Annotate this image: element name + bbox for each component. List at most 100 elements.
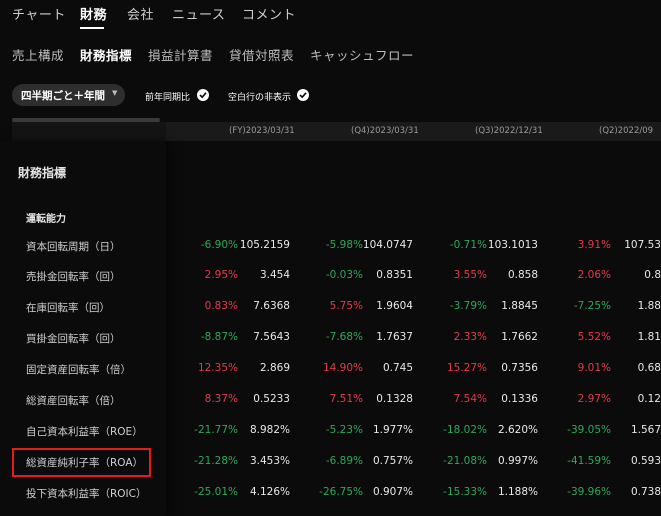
change-percent: -41.59% xyxy=(567,455,611,467)
change-percent: -6.89% xyxy=(325,455,363,467)
indicator-value: 0.745 xyxy=(382,362,413,374)
indicator-value: 1.567 xyxy=(630,424,661,436)
row-label: 投下資本利益率（ROIC） xyxy=(26,488,147,500)
change-percent: -39.96% xyxy=(567,486,611,498)
indicator-value: 0.1328 xyxy=(376,393,413,405)
change-percent: -7.68% xyxy=(325,331,363,343)
change-percent: 9.01% xyxy=(577,362,611,374)
tab-financials[interactable]: 財務 xyxy=(80,4,107,23)
column-header: (FY)2023/03/31 xyxy=(229,126,295,136)
change-percent: 3.55% xyxy=(453,269,487,281)
change-percent: -15.33% xyxy=(443,486,487,498)
section-title: 財務指標 xyxy=(18,166,67,180)
change-percent: -6.90% xyxy=(200,239,238,251)
change-percent: -21.28% xyxy=(194,455,238,467)
subtab-financial-indicators[interactable]: 財務指標 xyxy=(80,45,132,64)
indicator-value: 2.869 xyxy=(259,362,290,374)
row-label: 総資産回転率（倍） xyxy=(26,395,121,407)
change-percent: 5.52% xyxy=(577,331,611,343)
group-title: 運転能力 xyxy=(26,214,66,225)
indicator-value: 0.738 xyxy=(630,486,661,498)
column-header: (Q2)2022/09 xyxy=(599,126,654,136)
change-percent: -5.98% xyxy=(325,239,363,251)
indicator-value: 1.81 xyxy=(637,331,661,343)
change-percent: -21.08% xyxy=(443,455,487,467)
indicator-value: 0.997% xyxy=(497,455,538,467)
change-percent: -18.02% xyxy=(443,424,487,436)
indicator-value: 0.7356 xyxy=(501,362,538,374)
column-header: (Q3)2022/12/31 xyxy=(475,126,543,136)
subtab-sales-composition[interactable]: 売上構成 xyxy=(12,45,64,64)
tab-comments[interactable]: コメント xyxy=(242,4,296,23)
check-icon xyxy=(197,89,209,101)
change-percent: 2.33% xyxy=(453,331,487,343)
check-icon xyxy=(297,89,309,101)
change-percent: -3.79% xyxy=(449,300,487,312)
indicator-value: 1.188% xyxy=(497,486,538,498)
subtab-cash-flow[interactable]: キャッシュフロー xyxy=(310,45,414,64)
period-select[interactable]: 四半期ごと＋年間 ▼ xyxy=(12,84,125,106)
row-label: 在庫回転率（回） xyxy=(26,302,110,314)
change-percent: -39.05% xyxy=(567,424,611,436)
change-percent: 5.75% xyxy=(329,300,363,312)
hide-blank-rows-toggle[interactable]: 空白行の非表示 xyxy=(228,89,313,103)
indicator-value: 0.1336 xyxy=(501,393,538,405)
indicator-value: 0.907% xyxy=(372,486,413,498)
indicator-value: 1.7662 xyxy=(501,331,538,343)
indicator-value: 7.6368 xyxy=(253,300,290,312)
row-label: 売掛金回転率（回） xyxy=(26,271,121,283)
change-percent: -0.71% xyxy=(449,239,487,251)
change-percent: -5.23% xyxy=(325,424,363,436)
indicator-value: 0.8 xyxy=(644,269,661,281)
active-tab-indicator xyxy=(80,27,104,29)
tab-chart[interactable]: チャート xyxy=(12,4,66,23)
indicator-value: 107.53 xyxy=(624,239,661,251)
indicator-value: 8.982% xyxy=(249,424,290,436)
left-header-band xyxy=(12,122,166,141)
indicator-value: 3.453% xyxy=(249,455,290,467)
indicator-value: 1.977% xyxy=(372,424,413,436)
change-percent: -26.75% xyxy=(319,486,363,498)
tab-company[interactable]: 会社 xyxy=(127,4,154,23)
indicator-value: 4.126% xyxy=(249,486,290,498)
change-percent: -21.77% xyxy=(194,424,238,436)
indicator-value: 0.68 xyxy=(637,362,661,374)
indicator-value: 104.0747 xyxy=(362,239,413,251)
change-percent: 14.90% xyxy=(322,362,363,374)
chevron-down-icon: ▼ xyxy=(112,89,118,97)
change-percent: 0.83% xyxy=(204,300,238,312)
change-percent: 15.27% xyxy=(446,362,487,374)
change-percent: 7.54% xyxy=(453,393,487,405)
change-percent: -8.87% xyxy=(200,331,238,343)
indicator-value: 1.88 xyxy=(637,300,661,312)
indicator-value: 0.5233 xyxy=(253,393,290,405)
sub-nav: 売上構成 財務指標 損益計算書 貸借対照表 キャッシュフロー xyxy=(0,40,661,70)
subtab-income-statement[interactable]: 損益計算書 xyxy=(148,45,213,64)
row-label: 買掛金回転率（回） xyxy=(26,333,121,345)
change-percent: 7.51% xyxy=(329,393,363,405)
yoy-toggle[interactable]: 前年同期比 xyxy=(145,89,215,103)
change-percent: 12.35% xyxy=(197,362,238,374)
change-percent: 2.06% xyxy=(577,269,611,281)
indicator-value: 1.9604 xyxy=(376,300,413,312)
change-percent: 2.95% xyxy=(204,269,238,281)
change-percent: 8.37% xyxy=(204,393,238,405)
row-label: 総資産純利子率（ROA） xyxy=(26,457,144,469)
change-percent: 2.97% xyxy=(577,393,611,405)
change-percent: -25.01% xyxy=(194,486,238,498)
row-label: 固定資産回転率（倍） xyxy=(26,364,131,376)
indicator-value: 0.12 xyxy=(637,393,661,405)
indicator-value: 0.593 xyxy=(630,455,661,467)
change-percent: -7.25% xyxy=(573,300,611,312)
indicator-value: 0.858 xyxy=(507,269,538,281)
subtab-balance-sheet[interactable]: 貸借対照表 xyxy=(229,45,294,64)
indicator-value: 1.8845 xyxy=(501,300,538,312)
row-label: 自己資本利益率（ROE） xyxy=(26,426,143,438)
indicator-value: 3.454 xyxy=(259,269,290,281)
indicator-value: 2.620% xyxy=(497,424,538,436)
period-select-value: 四半期ごと＋年間 xyxy=(21,90,105,102)
tab-news[interactable]: ニュース xyxy=(172,4,225,23)
indicator-value: 105.2159 xyxy=(239,239,290,251)
row-label: 資本回転周期（日） xyxy=(26,241,121,253)
top-nav: チャート 財務 会社 ニュース コメント xyxy=(0,0,661,30)
